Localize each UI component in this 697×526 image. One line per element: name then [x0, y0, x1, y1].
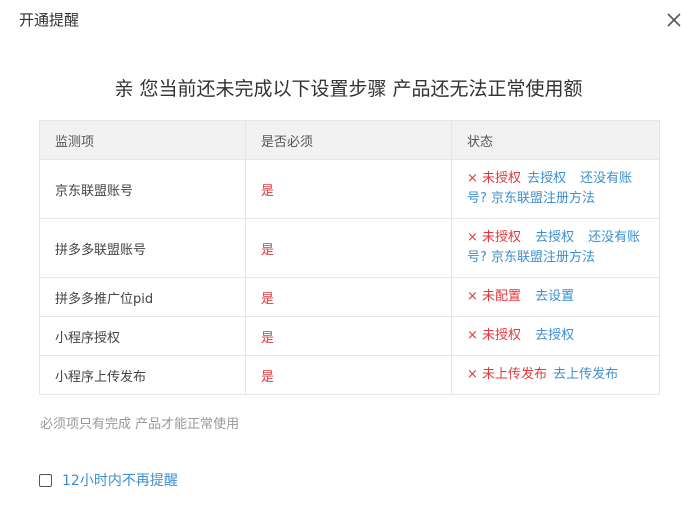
table-row: 小程序授权 是 × 未授权 去授权 — [39, 316, 660, 356]
required-value: 是 — [245, 277, 452, 317]
status-text: 未上传发布 — [482, 367, 548, 382]
item-name: 拼多多联盟账号 — [39, 218, 246, 278]
required-value: 是 — [245, 316, 452, 356]
footnote: 必须项只有完成 产品才能正常使用 — [40, 417, 240, 432]
item-name: 小程序授权 — [39, 316, 246, 356]
status-text: 未授权 — [482, 230, 522, 245]
requirements-table: 监测项 是否必须 状态 京东联盟账号 是 × 未授权 去授权 还没有账号? 京东联盟… — [39, 120, 660, 395]
remind-checkbox[interactable] — [39, 473, 52, 487]
authorize-link[interactable]: 去授权 — [527, 171, 566, 186]
close-icon[interactable] — [665, 11, 683, 29]
required-value: 是 — [245, 159, 452, 219]
column-header-status: 状态 — [451, 120, 660, 160]
error-x-icon: × — [467, 367, 478, 382]
authorize-link[interactable]: 去授权 — [535, 230, 574, 245]
table-row: 小程序上传发布 是 × 未上传发布 去上传发布 — [39, 355, 660, 395]
status-text: 未授权 — [482, 171, 522, 186]
column-header-item: 监测项 — [39, 120, 246, 160]
item-name: 拼多多推广位pid — [39, 277, 246, 317]
close-button[interactable] — [665, 11, 683, 29]
status-cell: × 未授权 去授权 还没有账号? 京东联盟注册方法 — [451, 159, 660, 219]
table-row: 拼多多联盟账号 是 × 未授权 去授权 还没有账号? 京东联盟注册方法 — [39, 218, 660, 278]
headline: 亲 您当前还未完成以下设置步骤 产品还无法正常使用额 — [114, 78, 583, 100]
dialog-title: 开通提醒 — [19, 11, 80, 29]
status-text: 未配置 — [482, 289, 522, 304]
publish-link[interactable]: 去上传发布 — [553, 367, 618, 382]
required-value: 是 — [245, 218, 452, 278]
error-x-icon: × — [467, 289, 478, 304]
status-cell: × 未上传发布 去上传发布 — [451, 355, 660, 395]
required-value: 是 — [245, 355, 452, 395]
error-x-icon: × — [467, 328, 478, 343]
error-x-icon: × — [467, 230, 478, 245]
status-cell: × 未授权 去授权 — [451, 316, 660, 356]
item-name: 小程序上传发布 — [39, 355, 246, 395]
remind-option[interactable]: 12小时内不再提醒 — [39, 470, 178, 490]
status-cell: × 未授权 去授权 还没有账号? 京东联盟注册方法 — [451, 218, 660, 278]
remind-label[interactable]: 12小时内不再提醒 — [62, 470, 178, 490]
reminder-dialog: 开通提醒 亲 您当前还未完成以下设置步骤 产品还无法正常使用额 监测项 是否必须… — [0, 0, 697, 526]
authorize-link[interactable]: 去授权 — [535, 328, 574, 343]
configure-link[interactable]: 去设置 — [535, 289, 574, 304]
status-text: 未授权 — [482, 328, 522, 343]
table-row: 京东联盟账号 是 × 未授权 去授权 还没有账号? 京东联盟注册方法 — [39, 159, 660, 219]
error-x-icon: × — [467, 171, 478, 186]
status-cell: × 未配置 去设置 — [451, 277, 660, 317]
column-header-required: 是否必须 — [245, 120, 452, 160]
table-row: 拼多多推广位pid 是 × 未配置 去设置 — [39, 277, 660, 317]
item-name: 京东联盟账号 — [39, 159, 246, 219]
table-header-row: 监测项 是否必须 状态 — [39, 120, 660, 160]
